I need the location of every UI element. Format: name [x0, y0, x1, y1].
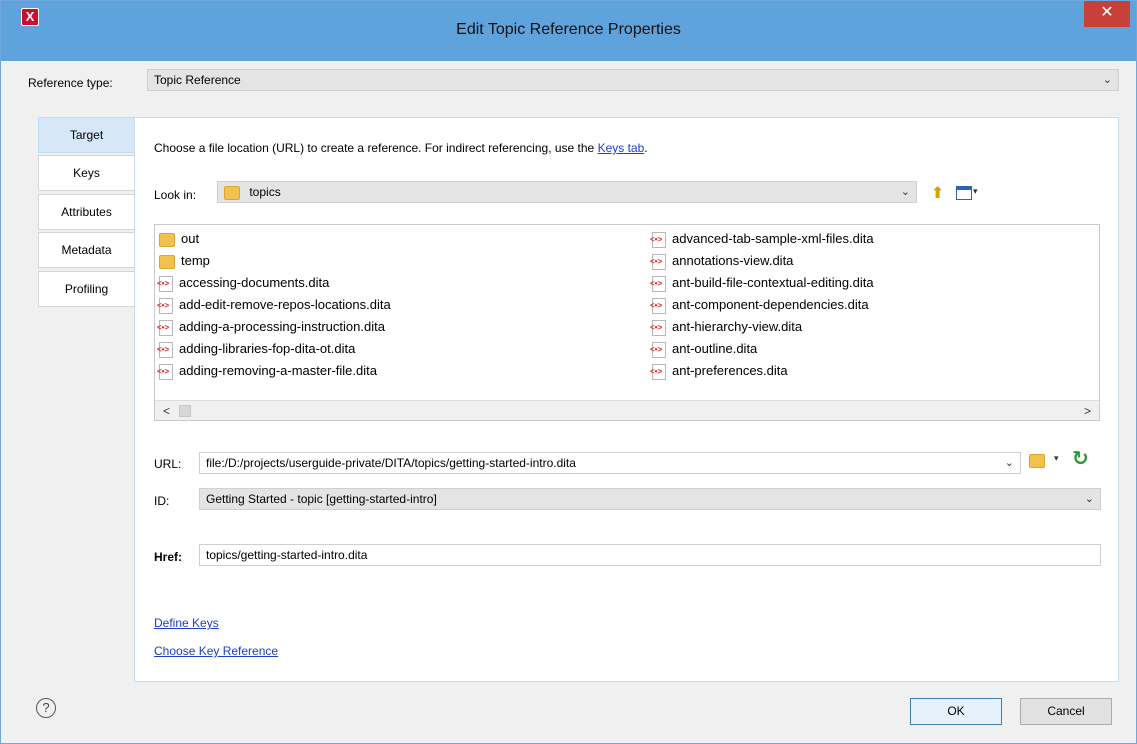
list-item[interactable]: ant-hierarchy-view.dita — [650, 317, 802, 337]
up-folder-icon[interactable]: ⬆ — [931, 186, 951, 204]
list-item[interactable]: ant-preferences.dita — [650, 361, 788, 381]
dita-file-icon — [650, 319, 666, 336]
dita-file-icon — [650, 297, 666, 314]
title-bar: X Edit Topic Reference Properties ✕ — [1, 1, 1136, 61]
dita-file-icon — [157, 341, 173, 358]
chevron-down-icon: ⌄ — [1102, 74, 1112, 86]
dita-file-icon — [650, 275, 666, 292]
id-label: ID: — [154, 494, 170, 508]
dialog-window: X Edit Topic Reference Properties ✕ Refe… — [0, 0, 1137, 744]
dita-file-icon — [650, 363, 666, 380]
keys-tab-link[interactable]: Keys tab — [598, 141, 645, 155]
close-button[interactable]: ✕ — [1084, 1, 1130, 27]
dita-file-icon — [157, 275, 173, 292]
list-item[interactable]: ant-outline.dita — [650, 339, 757, 359]
ok-button[interactable]: OK — [910, 698, 1002, 725]
look-in-label: Look in: — [154, 188, 197, 202]
dita-file-icon — [157, 297, 173, 314]
list-item[interactable]: adding-libraries-fop-dita-ot.dita — [157, 339, 355, 359]
look-in-value: topics — [249, 185, 281, 199]
dita-file-icon — [650, 341, 666, 358]
tab-metadata[interactable]: Metadata — [38, 232, 135, 268]
refresh-icon[interactable]: ↻ — [1072, 448, 1089, 470]
url-label: URL: — [154, 457, 182, 471]
horizontal-scrollbar[interactable]: < > — [155, 400, 1099, 420]
scroll-left-icon[interactable]: < — [163, 401, 170, 420]
list-item[interactable]: annotations-view.dita — [650, 251, 793, 271]
reference-type-label: Reference type: — [28, 76, 113, 90]
dita-file-icon — [157, 319, 173, 336]
tab-keys[interactable]: Keys — [38, 155, 135, 191]
intro-text-body: Choose a file location (URL) to create a… — [154, 141, 595, 155]
tab-target[interactable]: Target — [38, 117, 135, 153]
window-title: Edit Topic Reference Properties — [456, 21, 681, 38]
href-value: topics/getting-started-intro.dita — [206, 548, 368, 562]
list-item[interactable]: ant-component-dependencies.dita — [650, 295, 869, 315]
dita-file-icon — [157, 363, 173, 380]
scroll-thumb[interactable] — [179, 405, 191, 417]
id-select[interactable]: Getting Started - topic [getting-started… — [199, 488, 1101, 510]
list-item[interactable]: advanced-tab-sample-xml-files.dita — [650, 229, 874, 249]
reference-type-select[interactable]: Topic Reference ⌄ — [147, 69, 1119, 91]
list-item[interactable]: add-edit-remove-repos-locations.dita — [157, 295, 391, 315]
url-value: file:/D:/projects/userguide-private/DITA… — [206, 456, 576, 470]
define-keys-link[interactable]: Define Keys — [154, 616, 219, 630]
tab-profiling[interactable]: Profiling — [38, 271, 135, 307]
list-item[interactable]: accessing-documents.dita — [157, 273, 329, 293]
reference-type-value: Topic Reference — [154, 73, 241, 87]
folder-icon — [159, 254, 175, 269]
look-in-select[interactable]: topics ⌄ — [217, 181, 917, 203]
intro-text-end: . — [644, 141, 648, 155]
scroll-right-icon[interactable]: > — [1084, 401, 1091, 420]
dropdown-arrow-icon[interactable]: ▾ — [1054, 453, 1059, 464]
tab-attributes[interactable]: Attributes — [38, 194, 135, 230]
choose-key-reference-link[interactable]: Choose Key Reference — [154, 644, 278, 658]
href-input[interactable]: topics/getting-started-intro.dita — [199, 544, 1101, 566]
intro-text: Choose a file location (URL) to create a… — [154, 141, 648, 155]
chevron-down-icon: ⌄ — [1004, 457, 1014, 469]
grid-view-icon — [956, 186, 972, 200]
list-item[interactable]: temp — [159, 251, 210, 271]
list-item[interactable]: adding-removing-a-master-file.dita — [157, 361, 377, 381]
dita-file-icon — [650, 253, 666, 270]
folder-icon — [224, 185, 240, 200]
url-combobox[interactable]: file:/D:/projects/userguide-private/DITA… — [199, 452, 1021, 474]
href-label: Href: — [154, 550, 183, 564]
list-item[interactable]: adding-a-processing-instruction.dita — [157, 317, 385, 337]
folder-icon — [159, 232, 175, 247]
browse-folder-icon[interactable] — [1029, 454, 1045, 468]
help-icon[interactable]: ? — [36, 698, 56, 718]
dropdown-arrow-icon: ▾ — [973, 186, 978, 196]
chevron-down-icon: ⌄ — [1084, 493, 1094, 505]
list-item[interactable]: ant-build-file-contextual-editing.dita — [650, 273, 874, 293]
file-list[interactable]: out temp accessing-documents.dita add-ed… — [154, 224, 1100, 421]
cancel-button[interactable]: Cancel — [1020, 698, 1112, 725]
view-mode-button[interactable]: ▾ — [956, 186, 982, 202]
id-value: Getting Started - topic [getting-started… — [206, 492, 437, 506]
chevron-down-icon: ⌄ — [900, 186, 910, 198]
list-item[interactable]: out — [159, 229, 199, 249]
dita-file-icon — [650, 231, 666, 248]
